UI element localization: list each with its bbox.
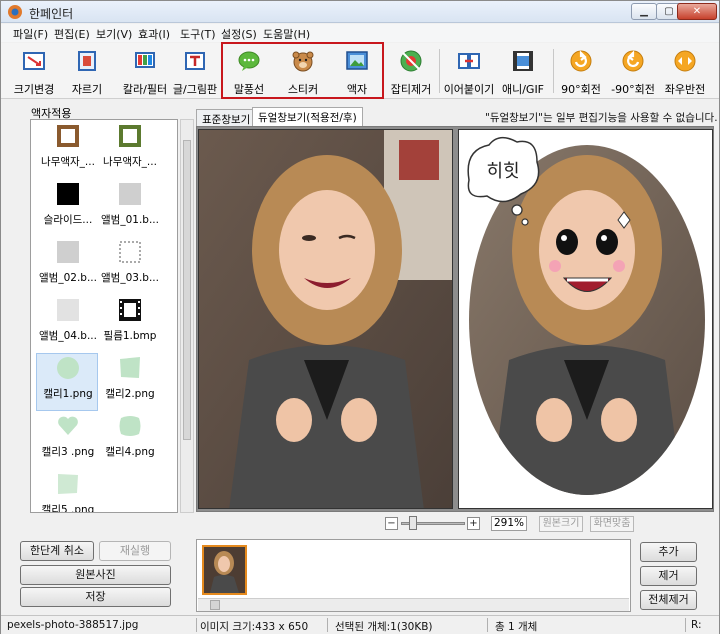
menu-file[interactable]: 파일(F) [13, 26, 48, 42]
text-paint-icon [185, 52, 205, 70]
image-filmstrip [196, 539, 631, 612]
list-item[interactable]: 캘리4.png [99, 412, 161, 470]
list-item[interactable]: 캘리3 .png [37, 412, 99, 470]
album-thumb [119, 241, 141, 263]
window-title: 한페인터 [29, 7, 74, 21]
resize-icon [23, 52, 45, 70]
remove-all-button[interactable]: 전체제거 [640, 590, 697, 610]
status-image-size: 이미지 크기:433 x 650 [200, 621, 309, 633]
menu-help[interactable]: 도움말(H) [263, 26, 310, 42]
zoom-level: 291% [491, 516, 527, 531]
original-photo-button[interactable]: 원본사진 [20, 565, 171, 585]
title-bar: 한페인터 ▁ ▢ ✕ [1, 1, 719, 23]
calli-square-thumb [120, 357, 140, 378]
calli-circle-thumb [57, 357, 79, 379]
calli-rough-thumb [58, 474, 78, 494]
list-item[interactable]: 슬라이드... [37, 180, 99, 238]
calli-heart-thumb [58, 416, 78, 435]
app-window: 한페인터 ▁ ▢ ✕ 파일(F) 편집(E) 보기(V) 효과(I) 도구(T)… [0, 0, 720, 634]
wood-frame-thumb [57, 125, 79, 147]
merge-icon [458, 53, 480, 69]
menu-settings[interactable]: 설정(S) [221, 26, 257, 42]
film-thumb [119, 299, 141, 321]
menu-view[interactable]: 보기(V) [96, 26, 132, 42]
slide-thumb [57, 183, 79, 205]
filmstrip-scrollbar[interactable] [198, 598, 629, 611]
tool-merge-button[interactable]: 이어붙이기 [441, 45, 497, 97]
frame-thumbnail-list: 나무액자_... 나무액자_... 슬라이드... 앨범_01.b... 앨범_… [30, 119, 178, 513]
flip-icon [674, 50, 696, 72]
gif-icon [513, 51, 533, 71]
status-total: 총 1 개체 [495, 621, 538, 633]
original-size-button[interactable]: 원본크기 [539, 516, 583, 532]
after-photo: 히힛 [458, 129, 713, 509]
tool-text-paint-button[interactable]: 글/그림판 [167, 45, 223, 97]
zoom-out-button[interactable]: − [385, 517, 398, 530]
thumbnail-scrollbar[interactable] [180, 119, 194, 513]
calli-blob-thumb [119, 416, 141, 436]
tool-blemish-remove-button[interactable]: 잡티제거 [383, 45, 439, 97]
rotate-cw-icon [570, 50, 592, 72]
close-button[interactable]: ✕ [677, 3, 717, 20]
dual-view-notice: "듀얼창보기"는 일부 편집기능을 사용할 수 없습니다. [485, 112, 718, 124]
blemish-remove-icon [400, 50, 422, 72]
redo-button[interactable]: 재실행 [99, 541, 171, 561]
undo-button[interactable]: 한단계 취소 [20, 541, 94, 561]
list-item[interactable]: 필름1.bmp [99, 296, 161, 354]
tool-crop-button[interactable]: 자르기 [59, 45, 115, 97]
album-thumb [119, 183, 141, 205]
list-item[interactable]: 캘리5 .png [37, 470, 99, 512]
remove-button[interactable]: 제거 [640, 566, 697, 586]
tool-gif-button[interactable]: 애니/GIF [495, 45, 551, 97]
minimize-button[interactable]: ▁ [631, 3, 657, 20]
crop-icon [78, 51, 96, 71]
list-item[interactable]: 나무액자_... [37, 122, 99, 180]
zoom-in-button[interactable]: + [467, 517, 480, 530]
tool-flip-button[interactable]: 좌우반전 [657, 45, 713, 97]
tool-color-filter-button[interactable]: 칼라/필터 [117, 45, 173, 97]
album-thumb [57, 241, 79, 263]
list-item-selected[interactable]: 캘리1.png [36, 353, 98, 411]
menu-tools[interactable]: 도구(T) [180, 26, 216, 42]
status-selected: 선택된 개체:1(30KB) [335, 621, 433, 633]
list-item[interactable]: 앨범_03.b... [99, 238, 161, 296]
preview-area: 히힛 [196, 126, 714, 512]
toolbar-separator [439, 49, 440, 93]
portrait-photo-before [199, 130, 452, 508]
portrait-photo-after: 히힛 [459, 130, 712, 508]
list-item[interactable]: 나무액자_... [99, 122, 161, 180]
before-photo [198, 129, 453, 509]
menu-effect[interactable]: 효과(I) [138, 26, 170, 42]
filmstrip-thumbnail[interactable] [202, 545, 247, 595]
album-thumb [57, 299, 79, 321]
menu-edit[interactable]: 편집(E) [54, 26, 90, 42]
menu-bar: 파일(F) 편집(E) 보기(V) 효과(I) 도구(T) 설정(S) 도움말(… [1, 24, 719, 42]
app-logo-icon [8, 5, 22, 19]
fit-screen-button[interactable]: 화면맞춤 [590, 516, 634, 532]
status-filename: pexels-photo-388517.jpg [7, 619, 139, 631]
list-item[interactable]: 앨범_02.b... [37, 238, 99, 296]
zoom-slider-handle[interactable] [409, 516, 417, 530]
tool-rotate-ccw-button[interactable]: -90°회전 [605, 45, 661, 97]
color-filter-icon [135, 52, 155, 68]
status-mode: R: [691, 619, 702, 631]
status-bar: pexels-photo-388517.jpg 이미지 크기:433 x 650… [1, 615, 719, 634]
tool-rotate-cw-button[interactable]: 90°회전 [553, 45, 609, 97]
rotate-ccw-icon [622, 50, 644, 72]
add-button[interactable]: 추가 [640, 542, 697, 562]
highlight-box [221, 42, 384, 99]
list-item[interactable]: 앨범_04.b... [37, 296, 99, 354]
tab-dual-view[interactable]: 듀얼창보기(적용전/후) [252, 107, 363, 126]
list-item[interactable]: 앨범_01.b... [99, 180, 161, 238]
list-item[interactable]: 캘리2.png [99, 354, 161, 412]
sticker-text: 히힛 [486, 161, 519, 182]
wood-frame-thumb [119, 125, 141, 147]
tool-resize-button[interactable]: 크기변경 [6, 45, 62, 97]
save-button[interactable]: 저장 [20, 587, 171, 607]
tab-standard-view[interactable]: 표준창보기 [196, 109, 257, 126]
